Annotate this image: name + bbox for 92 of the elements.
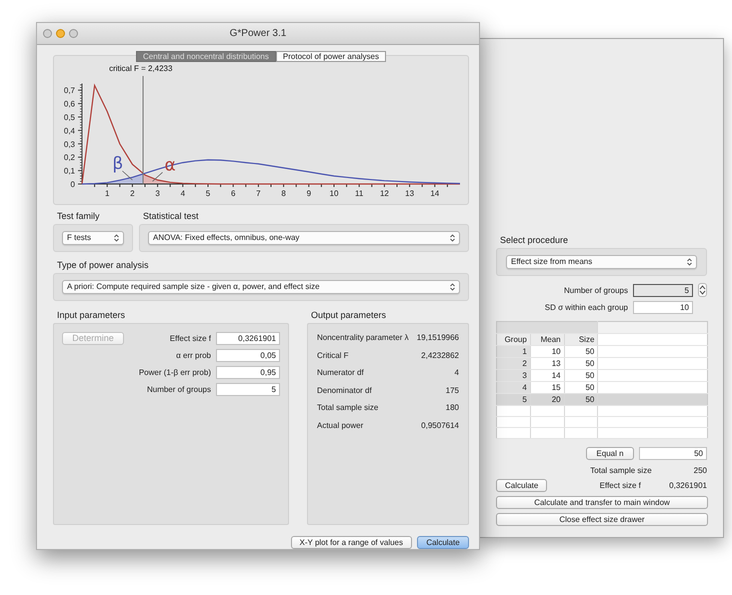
parameter-label: Denominator df (317, 386, 372, 395)
y-tick-label: 0,3 (64, 140, 75, 149)
output-parameters-label: Output parameters (311, 310, 386, 320)
parameter-value: 19,1519966 (416, 333, 459, 342)
parameter-value: 180 (446, 403, 459, 412)
parameter-value: 0,9507614 (421, 420, 459, 430)
input-field[interactable]: 0,05 (216, 349, 280, 362)
y-tick-label: 0,1 (64, 166, 75, 176)
effect-size-label: Effect size f (600, 481, 641, 490)
y-tick-label: 0,4 (64, 126, 75, 136)
close-icon[interactable] (43, 29, 52, 38)
action-button[interactable]: Calculate (417, 536, 469, 549)
minimize-icon[interactable] (56, 29, 65, 38)
table-cell: 50 (564, 370, 598, 382)
popup-arrows-icon (114, 234, 119, 242)
table-cell: 2 (496, 358, 530, 370)
greek-label: β (112, 154, 133, 180)
x-tick-label: 4 (180, 189, 186, 198)
parameter-label: Power (1-β err prob) (138, 368, 211, 377)
x-tick-label: 6 (230, 189, 236, 198)
equal-n-button[interactable]: Equal n (586, 447, 634, 460)
total-sample-size-label: Total sample size (590, 466, 652, 475)
input-field[interactable]: 5 (216, 383, 280, 396)
y-tick-label: 0,5 (64, 113, 75, 122)
power-analysis-label: Type of power analysis (57, 260, 149, 270)
x-tick-label: 10 (330, 189, 338, 198)
parameter-value: 175 (446, 386, 459, 395)
x-tick-label: 3 (155, 189, 160, 198)
parameter-label: Noncentrality parameter λ (317, 333, 409, 342)
effect-size-value: 0,3261901 (669, 481, 707, 490)
y-tick-label: 0,7 (64, 86, 75, 96)
table-cell: 50 (564, 358, 598, 370)
parameter-label: Number of groups (564, 286, 628, 294)
parameter-label: Total sample size (317, 403, 378, 412)
input-field[interactable]: 0,3261901 (216, 332, 280, 345)
x-tick-label: 8 (281, 189, 286, 198)
table-cell: 10 (530, 346, 564, 358)
x-tick-label: 7 (256, 189, 261, 198)
parameter-label: Actual power (317, 420, 364, 430)
table-cell: 4 (496, 382, 530, 394)
y-tick-label: 0,6 (64, 100, 75, 109)
table-cell: 13 (530, 358, 564, 370)
table-cell: 14 (530, 370, 564, 382)
critical-value-label: critical F = 2,4233 (109, 64, 172, 73)
statistical-test-label: Statistical test (143, 211, 199, 221)
column-header: Group (496, 334, 530, 346)
y-tick-label: 0,2 (64, 153, 75, 162)
parameter-label: Critical F (317, 350, 349, 360)
table-cell: 5 (496, 394, 530, 406)
input-field[interactable]: 50 (639, 447, 707, 460)
table-cell: 50 (564, 346, 598, 358)
x-tick-label: 14 (430, 189, 440, 198)
popup-arrows-icon (450, 234, 455, 242)
parameter-label: α err prob (176, 351, 211, 360)
parameter-label: Numerator df (317, 368, 364, 378)
statistical-test-select[interactable]: ANOVA: Fixed effects, omnibus, one-way (148, 231, 460, 245)
procedure-label: Select procedure (500, 235, 568, 245)
y-tick-label: 0 (70, 180, 75, 189)
parameter-value: 2,4232862 (421, 350, 459, 360)
test-family-label: Test family (57, 211, 100, 221)
x-tick-label: 9 (306, 189, 312, 198)
popup-arrows-icon (450, 283, 455, 291)
x-tick-label: 5 (206, 189, 210, 198)
annotation: β (112, 154, 124, 174)
drawer-button[interactable]: Calculate and transfer to main window (496, 496, 708, 509)
input-field[interactable]: 0,95 (216, 366, 280, 379)
procedure-select[interactable]: Effect size from means (506, 255, 697, 269)
drawer-button[interactable]: Close effect size drawer (496, 513, 708, 526)
parameter-value: 4 (454, 368, 459, 378)
input-field[interactable]: 5 (633, 284, 693, 296)
x-tick-label: 1 (104, 189, 110, 198)
input-parameters-label: Input parameters (57, 310, 126, 320)
table-cell: 3 (496, 370, 530, 382)
x-tick-label: 11 (355, 189, 364, 198)
stepper-icon[interactable] (698, 283, 707, 297)
calculate-button[interactable]: Calculate (496, 479, 548, 492)
input-field[interactable]: 10 (633, 301, 693, 314)
tab[interactable]: Protocol of power analyses (276, 51, 386, 62)
table-cell: 1 (496, 346, 530, 358)
test-family-select[interactable]: F tests (62, 231, 124, 245)
parameter-label: SD σ within each group (544, 303, 628, 312)
x-tick-label: 2 (130, 189, 135, 198)
popup-arrows-icon (687, 258, 692, 266)
zoom-icon[interactable] (69, 29, 78, 38)
action-button[interactable]: X-Y plot for a range of values (290, 536, 412, 549)
x-tick-label: 13 (405, 189, 414, 198)
power-analysis-select[interactable]: A priori: Compute required sample size - given α, power, and effect size (62, 280, 460, 294)
x-tick-label: 12 (380, 189, 389, 198)
total-sample-size-value: 250 (694, 466, 707, 475)
parameter-label: Effect size f (170, 334, 211, 343)
window-title: G*Power 3.1 (230, 28, 286, 39)
parameter-label: Number of groups (146, 385, 211, 394)
